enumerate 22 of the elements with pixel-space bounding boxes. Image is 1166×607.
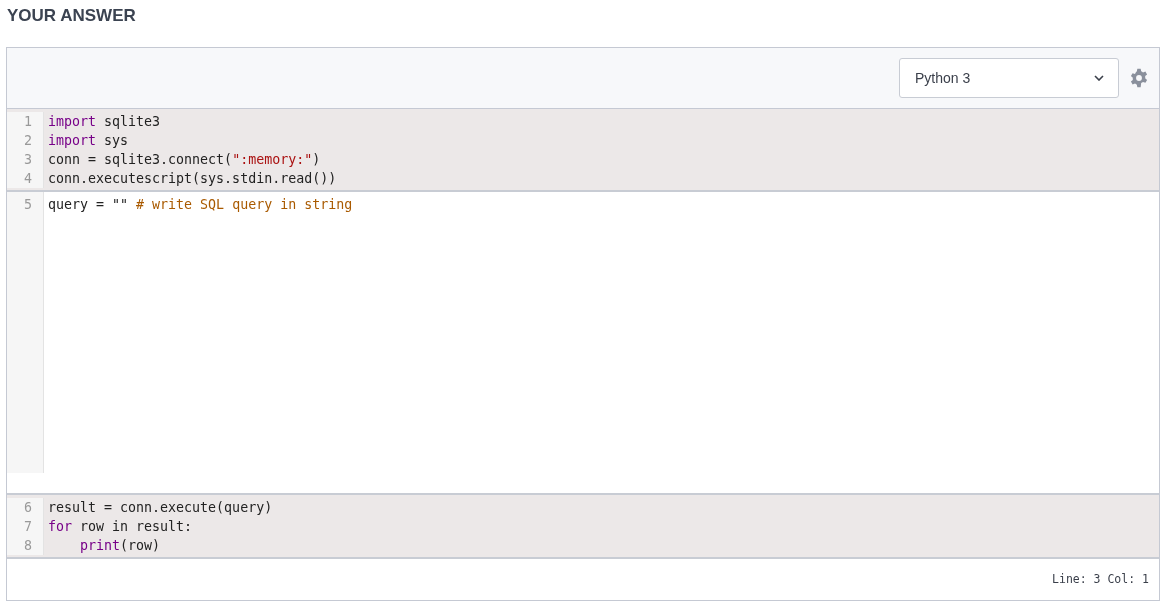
settings-icon[interactable]	[1129, 68, 1149, 88]
code-line: conn = sqlite3.connect(":memory:")	[48, 151, 321, 169]
language-dropdown[interactable]: Python 3	[899, 58, 1119, 98]
chevron-down-icon	[1094, 75, 1104, 81]
line-number: 1	[23, 113, 33, 131]
line-number: 6	[23, 499, 33, 517]
section-heading: YOUR ANSWER	[7, 6, 137, 26]
line-number: 7	[23, 518, 33, 536]
line-number: 2	[23, 132, 33, 150]
line-number: 4	[23, 170, 33, 188]
code-line: import sqlite3	[48, 113, 161, 131]
code-line: import sys	[48, 132, 129, 150]
code-line: conn.executescript(sys.stdin.read())	[48, 170, 337, 188]
code-line: result = conn.execute(query)	[48, 499, 273, 517]
line-number: 8	[23, 537, 33, 555]
line-number: 3	[23, 151, 33, 169]
code-line: print(row)	[79, 537, 161, 555]
code-line: for row in result:	[48, 518, 193, 536]
cursor-position: Line: 3 Col: 1	[1052, 572, 1149, 586]
editable-code-area[interactable]: 5 query = "" # write SQL query in string	[7, 192, 1159, 495]
code-line: query = "" # write SQL query in string	[48, 196, 353, 214]
line-number: 5	[23, 196, 33, 214]
